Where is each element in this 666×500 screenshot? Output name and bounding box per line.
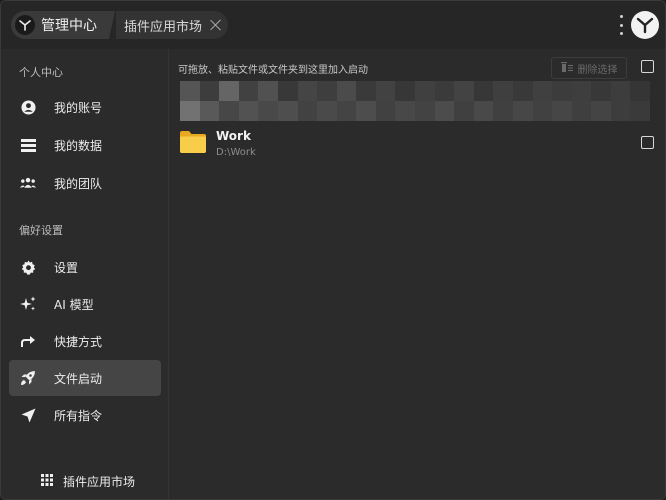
section-label-prefs: 偏好设置 <box>19 224 63 237</box>
rocket-icon <box>20 370 36 386</box>
sidebar-item-label: AI 模型 <box>54 297 94 312</box>
blurred-file-entry[interactable] <box>180 81 650 121</box>
sidebar-item-label: 所有指令 <box>54 408 103 423</box>
file-launch-panel: 可拖放、粘贴文件或文件夹到这里加入启动 删除选择 Work D:\Work <box>170 49 665 499</box>
file-row[interactable]: Work D:\Work <box>170 125 665 163</box>
team-icon <box>20 175 36 191</box>
sidebar-item-label: 快捷方式 <box>54 334 103 349</box>
file-checkbox[interactable] <box>641 136 654 149</box>
file-path: D:\Work <box>216 147 256 158</box>
select-all-checkbox[interactable] <box>641 60 654 73</box>
trash-icon <box>560 61 573 75</box>
plugin-market-link[interactable]: 插件应用市场 <box>41 473 135 489</box>
app-logo-icon <box>15 15 35 35</box>
close-icon[interactable] <box>210 19 222 31</box>
sidebar-item-label: 我的团队 <box>54 176 103 191</box>
sidebar-item-label: 设置 <box>54 260 79 275</box>
breadcrumb-home-label: 管理中心 <box>41 18 97 34</box>
app-window: 管理中心 插件应用市场 个人中心 我的账号 我的数据 我的团队 偏好设置 设置 … <box>0 0 666 500</box>
grid-icon <box>41 473 53 489</box>
drop-hint: 可拖放、粘贴文件或文件夹到这里加入启动 <box>178 65 368 76</box>
breadcrumb-current-tab[interactable]: 插件应用市场 <box>116 11 229 39</box>
sidebar-item-shortcuts[interactable]: 快捷方式 <box>9 323 161 359</box>
sidebar-item-label: 我的数据 <box>54 138 103 153</box>
breadcrumb-separator <box>105 11 115 39</box>
sparkle-icon <box>20 296 36 312</box>
sidebar-item-account[interactable]: 我的账号 <box>9 89 161 125</box>
plugin-market-label: 插件应用市场 <box>63 474 136 489</box>
sidebar-item-label: 我的账号 <box>54 100 103 115</box>
sidebar: 个人中心 我的账号 我的数据 我的团队 偏好设置 设置 AI 模型 快捷方式 文… <box>1 49 169 499</box>
sidebar-item-ai-model[interactable]: AI 模型 <box>9 286 161 322</box>
sidebar-item-data[interactable]: 我的数据 <box>9 127 161 163</box>
sidebar-item-settings[interactable]: 设置 <box>9 249 161 285</box>
delete-selected-label: 删除选择 <box>577 64 618 76</box>
sidebar-item-all-commands[interactable]: 所有指令 <box>9 397 161 433</box>
user-circle-icon <box>20 99 36 115</box>
delete-selected-button[interactable]: 删除选择 <box>551 57 627 79</box>
breadcrumb: 管理中心 插件应用市场 <box>11 11 229 39</box>
send-arrow-icon <box>20 407 36 423</box>
gear-icon <box>20 259 36 275</box>
breadcrumb-current-label: 插件应用市场 <box>124 19 203 35</box>
title-bar: 管理中心 插件应用市场 <box>1 1 665 49</box>
folder-icon <box>180 131 206 153</box>
file-name: Work <box>216 129 251 143</box>
sidebar-item-label: 文件启动 <box>54 371 103 386</box>
sidebar-item-team[interactable]: 我的团队 <box>9 165 161 201</box>
section-label-personal: 个人中心 <box>19 66 63 79</box>
share-arrow-icon <box>20 333 36 349</box>
more-menu-icon[interactable] <box>618 15 624 35</box>
app-logo-icon[interactable] <box>631 11 659 39</box>
breadcrumb-home[interactable]: 管理中心 <box>11 11 105 39</box>
data-list-icon <box>20 137 36 153</box>
sidebar-item-file-launch[interactable]: 文件启动 <box>9 360 161 396</box>
